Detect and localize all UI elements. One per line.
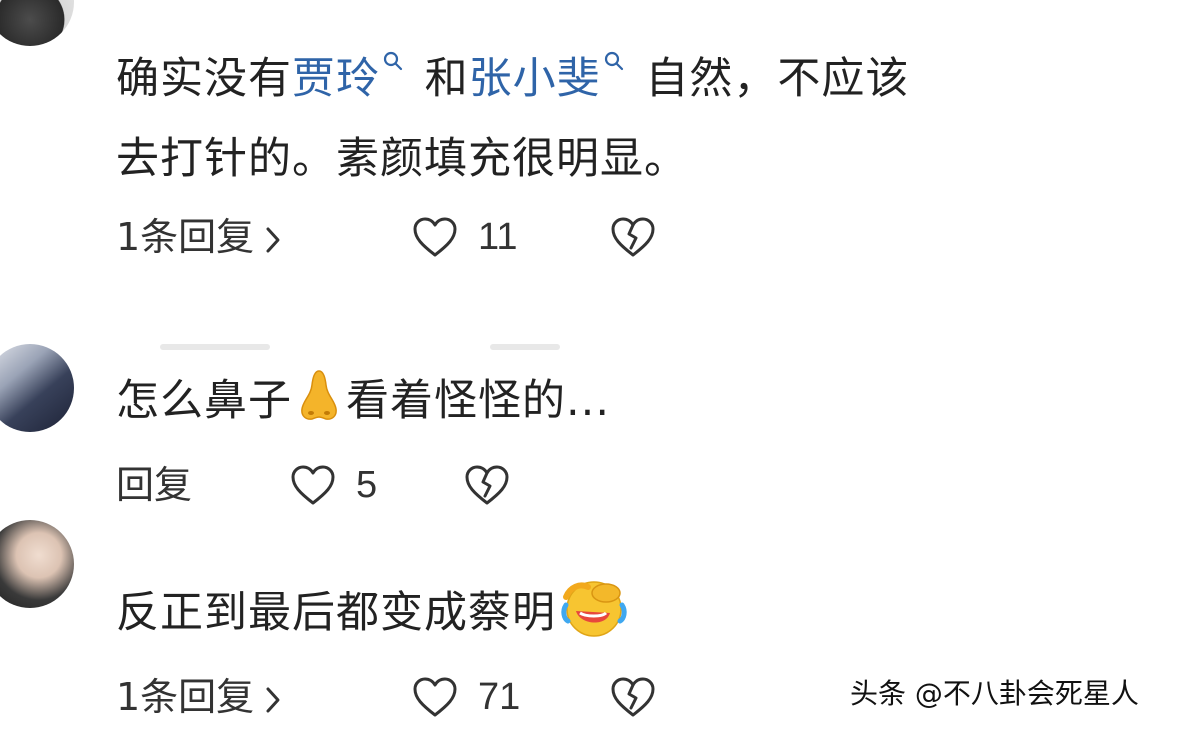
avatar[interactable] — [0, 520, 74, 608]
search-icon[interactable] — [382, 50, 404, 72]
like-count: 5 — [356, 464, 378, 506]
comment-text-part: 自然，不应该 — [645, 54, 910, 104]
dislike-button[interactable] — [610, 676, 656, 722]
mention-link[interactable]: 张小斐 — [469, 54, 601, 104]
comment-text-part: 看着怪怪的... — [346, 376, 611, 426]
reply-button[interactable]: 1条回复 — [116, 672, 282, 722]
avatar[interactable] — [0, 344, 74, 432]
dislike-button[interactable] — [610, 216, 656, 262]
faded-username — [160, 344, 270, 350]
comment-text: 确实没有贾玲 和张小斐 自然，不应该 — [116, 36, 909, 122]
rolling-laughing-emoji-icon — [561, 581, 627, 637]
watermark: 头条 @不八卦会死星人 — [850, 677, 1139, 710]
reply-label: 1条回复 — [116, 215, 255, 259]
chevron-right-icon — [266, 227, 280, 252]
heart-icon — [413, 677, 457, 717]
heart-icon — [291, 465, 335, 505]
like-count: 71 — [478, 676, 521, 718]
search-icon[interactable] — [603, 50, 625, 72]
reply-label: 1条回复 — [116, 675, 255, 719]
heart-icon — [413, 217, 457, 257]
comment-actions: 1条回复 71 — [116, 672, 816, 722]
reply-label: 回复 — [116, 463, 193, 507]
comment-text-part: 反正到最后都变成蔡明 — [116, 588, 556, 638]
reply-button[interactable]: 回复 — [116, 460, 192, 510]
faded-timestamp — [490, 344, 560, 350]
nose-emoji-icon — [301, 370, 337, 420]
broken-heart-icon — [465, 465, 509, 505]
comment-text: 反正到最后都变成蔡明 — [116, 570, 630, 656]
like-count: 11 — [478, 216, 518, 258]
comment-text: 怎么鼻子 看着怪怪的... — [116, 358, 610, 444]
chevron-right-icon — [266, 687, 280, 712]
comment-text: 去打针的。素颜填充很明显。 — [116, 134, 688, 184]
broken-heart-icon — [611, 217, 655, 257]
broken-heart-icon — [611, 677, 655, 717]
comment-actions: 1条回复 11 — [116, 212, 816, 262]
dislike-button[interactable] — [464, 464, 510, 510]
comment-actions: 回复 5 — [116, 460, 816, 510]
comment-text-part: 和 — [424, 54, 469, 104]
mention-link[interactable]: 贾玲 — [292, 54, 380, 104]
comment-text-part: 确实没有 — [116, 54, 292, 104]
comment-text-part: 怎么鼻子 — [116, 376, 292, 426]
avatar[interactable] — [0, 0, 74, 46]
reply-button[interactable]: 1条回复 — [116, 212, 282, 262]
